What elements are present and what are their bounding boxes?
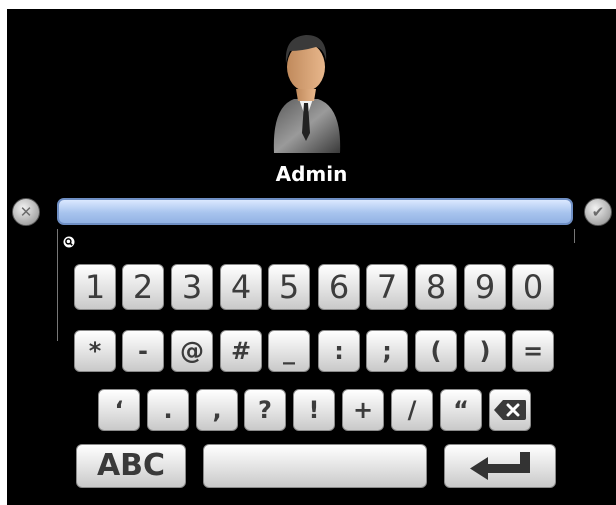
key-5[interactable]: 5 [268,264,310,310]
checkmark-icon[interactable]: ✔ [584,198,612,226]
key-underscore[interactable]: _ [268,330,310,372]
key-8[interactable]: 8 [415,264,457,310]
key-colon[interactable]: : [318,330,360,372]
key-3[interactable]: 3 [171,264,213,310]
key-semicolon[interactable]: ; [366,330,408,372]
key-close-paren[interactable]: ) [464,330,506,372]
key-at[interactable]: @ [171,330,213,372]
enter-arrow-icon [470,452,530,480]
user-avatar [273,35,341,153]
key-1[interactable]: 1 [74,264,116,310]
key-slash[interactable]: / [391,389,433,431]
key-comma[interactable]: , [196,389,238,431]
search-icon [63,236,75,248]
space-bar[interactable] [203,444,427,488]
key-exclamation[interactable]: ! [293,389,335,431]
key-asterisk[interactable]: * [74,330,116,372]
key-double-quote[interactable]: “ [440,389,482,431]
password-field[interactable] [57,198,573,225]
key-equals[interactable]: = [512,330,554,372]
key-plus[interactable]: + [342,389,384,431]
backspace-button[interactable] [489,389,531,431]
username-label: Admin [275,162,348,186]
key-hash[interactable]: # [220,330,262,372]
enter-button[interactable] [444,444,556,488]
key-9[interactable]: 9 [464,264,506,310]
key-7[interactable]: 7 [366,264,408,310]
key-left-quote[interactable]: ‘ [98,389,140,431]
key-question[interactable]: ? [244,389,286,431]
login-screen: Admin ✕ ✔ 1 2 3 4 5 6 7 8 9 0 * - @ # _ … [7,9,616,505]
key-2[interactable]: 2 [122,264,164,310]
abc-mode-button[interactable]: ABC [76,444,186,488]
key-6[interactable]: 6 [318,264,360,310]
keyboard-divider [574,229,575,243]
key-period[interactable]: . [147,389,189,431]
keyboard-divider [57,229,58,341]
key-4[interactable]: 4 [220,264,262,310]
key-minus[interactable]: - [122,330,164,372]
clear-icon[interactable]: ✕ [12,198,40,226]
key-open-paren[interactable]: ( [415,330,457,372]
key-0[interactable]: 0 [512,264,554,310]
backspace-icon [494,400,526,420]
